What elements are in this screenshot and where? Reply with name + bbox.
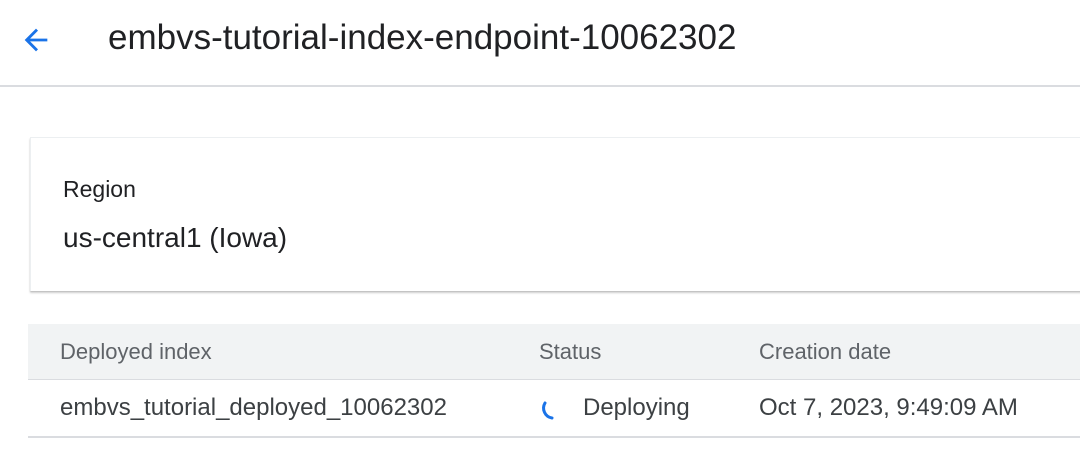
table-row[interactable]: embvs_tutorial_deployed_10062302 Deployi…: [28, 380, 1080, 438]
deployed-index-table: Deployed index Status Creation date embv…: [28, 324, 1080, 438]
column-header-deployed-index[interactable]: Deployed index: [60, 324, 212, 379]
status-cell: Deploying: [539, 380, 690, 436]
region-label: Region: [63, 176, 136, 202]
page-title: embvs-tutorial-index-endpoint-10062302: [108, 18, 737, 57]
arrow-back-icon: [24, 28, 48, 52]
creation-date-cell: Oct 7, 2023, 9:49:09 AM: [759, 394, 1018, 421]
region-card: Region us-central1 (Iowa): [30, 137, 1080, 291]
back-button[interactable]: [14, 18, 58, 62]
column-header-status[interactable]: Status: [539, 324, 601, 379]
deployed-index-cell[interactable]: embvs_tutorial_deployed_10062302: [60, 380, 447, 436]
progress-spinner-icon: [539, 394, 567, 422]
table-header-row: Deployed index Status Creation date: [28, 324, 1080, 380]
status-text: Deploying: [583, 394, 690, 421]
column-header-creation-date[interactable]: Creation date: [759, 324, 891, 379]
page-header: embvs-tutorial-index-endpoint-10062302: [0, 0, 1080, 87]
region-value: us-central1 (Iowa): [63, 222, 288, 253]
